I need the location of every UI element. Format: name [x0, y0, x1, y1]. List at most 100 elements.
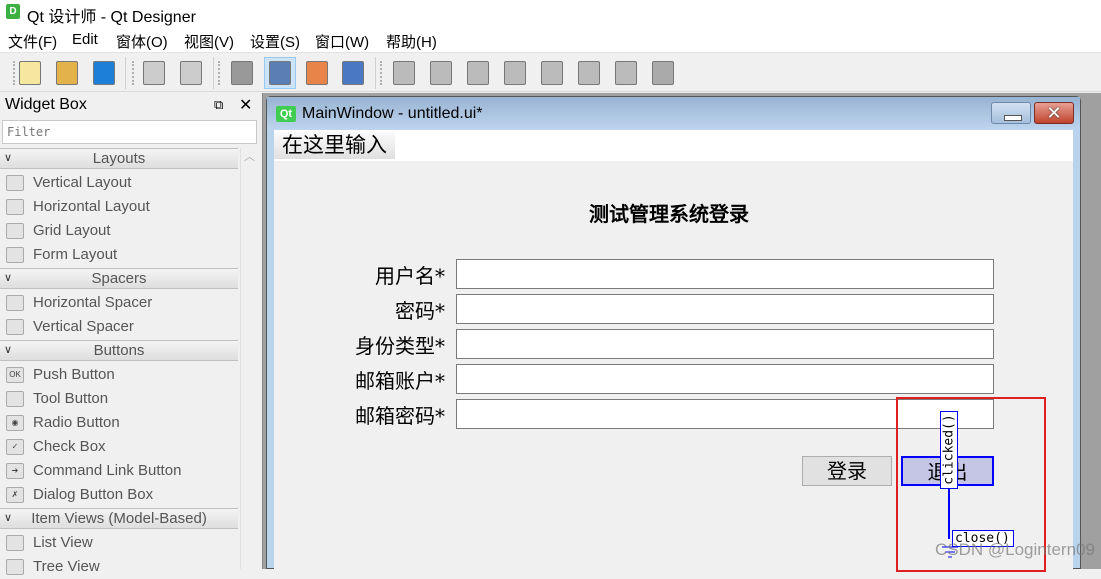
toolbar-handle[interactable]	[380, 61, 382, 85]
toolbar	[0, 52, 1101, 92]
field-input[interactable]	[456, 329, 994, 359]
field-input[interactable]	[456, 259, 994, 289]
widget-item-horizontal-spacer[interactable]: Horizontal Spacer	[0, 291, 238, 315]
category-layouts[interactable]: ∨ Layouts	[0, 148, 238, 169]
layout-vertical-icon[interactable]	[425, 57, 457, 89]
toolbar-handle[interactable]	[132, 61, 134, 85]
tool-button-icon	[6, 391, 24, 407]
form-layout-icon	[6, 247, 24, 263]
menu-type-here[interactable]: 在这里输入	[274, 132, 395, 159]
minimize-button[interactable]	[991, 102, 1031, 124]
menu-window[interactable]: 窗口(W)	[315, 31, 369, 52]
horizontal-layout-icon	[6, 199, 24, 215]
close-window-button[interactable]: ✕	[1034, 102, 1074, 124]
send-to-back-icon[interactable]	[138, 57, 170, 89]
widget-item-grid-layout[interactable]: Grid Layout	[0, 219, 238, 243]
widget-item-vertical-spacer[interactable]: Vertical Spacer	[0, 315, 238, 339]
widget-item-label: Check Box	[33, 438, 106, 455]
edit-tab-order-icon[interactable]	[337, 57, 369, 89]
send-to-back-icon-glyph	[143, 61, 165, 85]
form-heading[interactable]: 测试管理系统登录	[274, 198, 1064, 227]
menu-form[interactable]: 窗体(O)	[116, 31, 168, 52]
form-menubar: 在这里输入	[274, 130, 1073, 161]
check-box-icon: ✓	[6, 439, 24, 455]
widget-item-check-box[interactable]: ✓ Check Box	[0, 435, 238, 459]
widget-item-list-view[interactable]: List View	[0, 531, 238, 555]
chevron-down-icon: ∨	[4, 344, 13, 356]
layout-horizontal-splitter-icon[interactable]	[462, 57, 494, 89]
toolbar-handle[interactable]	[218, 61, 220, 85]
widget-item-tool-button[interactable]: Tool Button	[0, 387, 238, 411]
layout-vertical-splitter-icon[interactable]	[499, 57, 531, 89]
widget-item-horizontal-layout[interactable]: Horizontal Layout	[0, 195, 238, 219]
edit-widgets-icon[interactable]	[226, 57, 258, 89]
category-label: Spacers	[91, 270, 147, 287]
category-spacers[interactable]: ∨ Spacers	[0, 268, 238, 289]
layout-form-icon-glyph	[578, 61, 600, 85]
vertical-spacer-icon	[6, 319, 24, 335]
chevron-down-icon: ∨	[4, 152, 13, 164]
radio-button-icon: ◉	[6, 415, 24, 431]
float-icon[interactable]: ⧉	[214, 97, 223, 113]
filter-input[interactable]	[2, 120, 257, 144]
widget-item-label: Grid Layout	[33, 222, 111, 239]
widget-item-label: Command Link Button	[33, 462, 182, 479]
layout-form-icon[interactable]	[573, 57, 605, 89]
scroll-up-icon[interactable]: ︿	[244, 148, 255, 164]
menu-settings[interactable]: 设置(S)	[250, 31, 300, 52]
tree-view-icon	[6, 559, 24, 575]
layout-horizontal-icon[interactable]	[388, 57, 420, 89]
widget-item-radio-button[interactable]: ◉ Radio Button	[0, 411, 238, 435]
save-icon-glyph	[93, 61, 115, 85]
field-input[interactable]	[456, 364, 994, 394]
category-item-views-model-based-[interactable]: ∨ Item Views (Model-Based)	[0, 508, 238, 529]
close-icon[interactable]: ✕	[239, 95, 252, 115]
connection-line[interactable]	[948, 489, 950, 539]
toolbar-separator	[375, 57, 376, 89]
widget-item-label: Tool Button	[33, 390, 109, 407]
widget-box-scrollbar[interactable]: ︿	[240, 148, 258, 569]
widget-item-label: Dialog Button Box	[33, 486, 154, 503]
command-link-button-icon: ➔	[6, 463, 24, 479]
open-icon-glyph	[56, 61, 78, 85]
toolbar-separator	[213, 57, 214, 89]
category-buttons[interactable]: ∨ Buttons	[0, 340, 238, 361]
widget-item-label: List View	[33, 534, 93, 551]
widget-item-command-link-button[interactable]: ➔ Command Link Button	[0, 459, 238, 483]
widget-item-form-layout[interactable]: Form Layout	[0, 243, 238, 267]
dialog-button-box-icon: ✗	[6, 487, 24, 503]
watermark: CSDN @Logintern09	[935, 540, 1095, 559]
login-button[interactable]: 登录	[802, 456, 892, 486]
menu-file[interactable]: 文件(F)	[8, 31, 57, 52]
break-layout-icon[interactable]	[610, 57, 642, 89]
edit-widgets-icon-glyph	[231, 61, 253, 85]
bring-to-front-icon[interactable]	[175, 57, 207, 89]
field-label: 密码*	[395, 299, 445, 323]
open-icon[interactable]	[51, 57, 83, 89]
field-input[interactable]	[456, 294, 994, 324]
edit-buddies-icon[interactable]	[301, 57, 333, 89]
signal-label[interactable]: clicked()	[940, 411, 958, 489]
widget-item-label: Tree View	[33, 558, 100, 575]
adjust-size-icon-glyph	[652, 61, 674, 85]
widget-item-push-button[interactable]: OK Push Button	[0, 363, 238, 387]
layout-grid-icon[interactable]	[536, 57, 568, 89]
widget-item-vertical-layout[interactable]: Vertical Layout	[0, 171, 238, 195]
menu-edit[interactable]: Edit	[72, 31, 98, 48]
new-icon[interactable]	[14, 57, 46, 89]
form-window-titlebar[interactable]: Qt MainWindow - untitled.ui* ✕	[267, 97, 1080, 130]
menu-help[interactable]: 帮助(H)	[386, 31, 437, 52]
adjust-size-icon[interactable]	[647, 57, 679, 89]
edit-signals-slots-icon[interactable]	[264, 57, 296, 89]
save-icon[interactable]	[88, 57, 120, 89]
menu-view[interactable]: 视图(V)	[184, 31, 234, 52]
menubar: 文件(F) Edit 窗体(O) 视图(V) 设置(S) 窗口(W) 帮助(H)	[0, 26, 1101, 52]
layout-horizontal-splitter-icon-glyph	[467, 61, 489, 85]
horizontal-spacer-icon	[6, 295, 24, 311]
layout-vertical-splitter-icon-glyph	[504, 61, 526, 85]
widget-item-dialog-button-box[interactable]: ✗ Dialog Button Box	[0, 483, 238, 507]
widget-item-tree-view[interactable]: Tree View	[0, 555, 238, 579]
field-label: 身份类型*	[355, 334, 445, 358]
widget-box-header: Widget Box ⧉ ✕	[0, 93, 260, 117]
field-label: 邮箱密码*	[355, 404, 445, 428]
